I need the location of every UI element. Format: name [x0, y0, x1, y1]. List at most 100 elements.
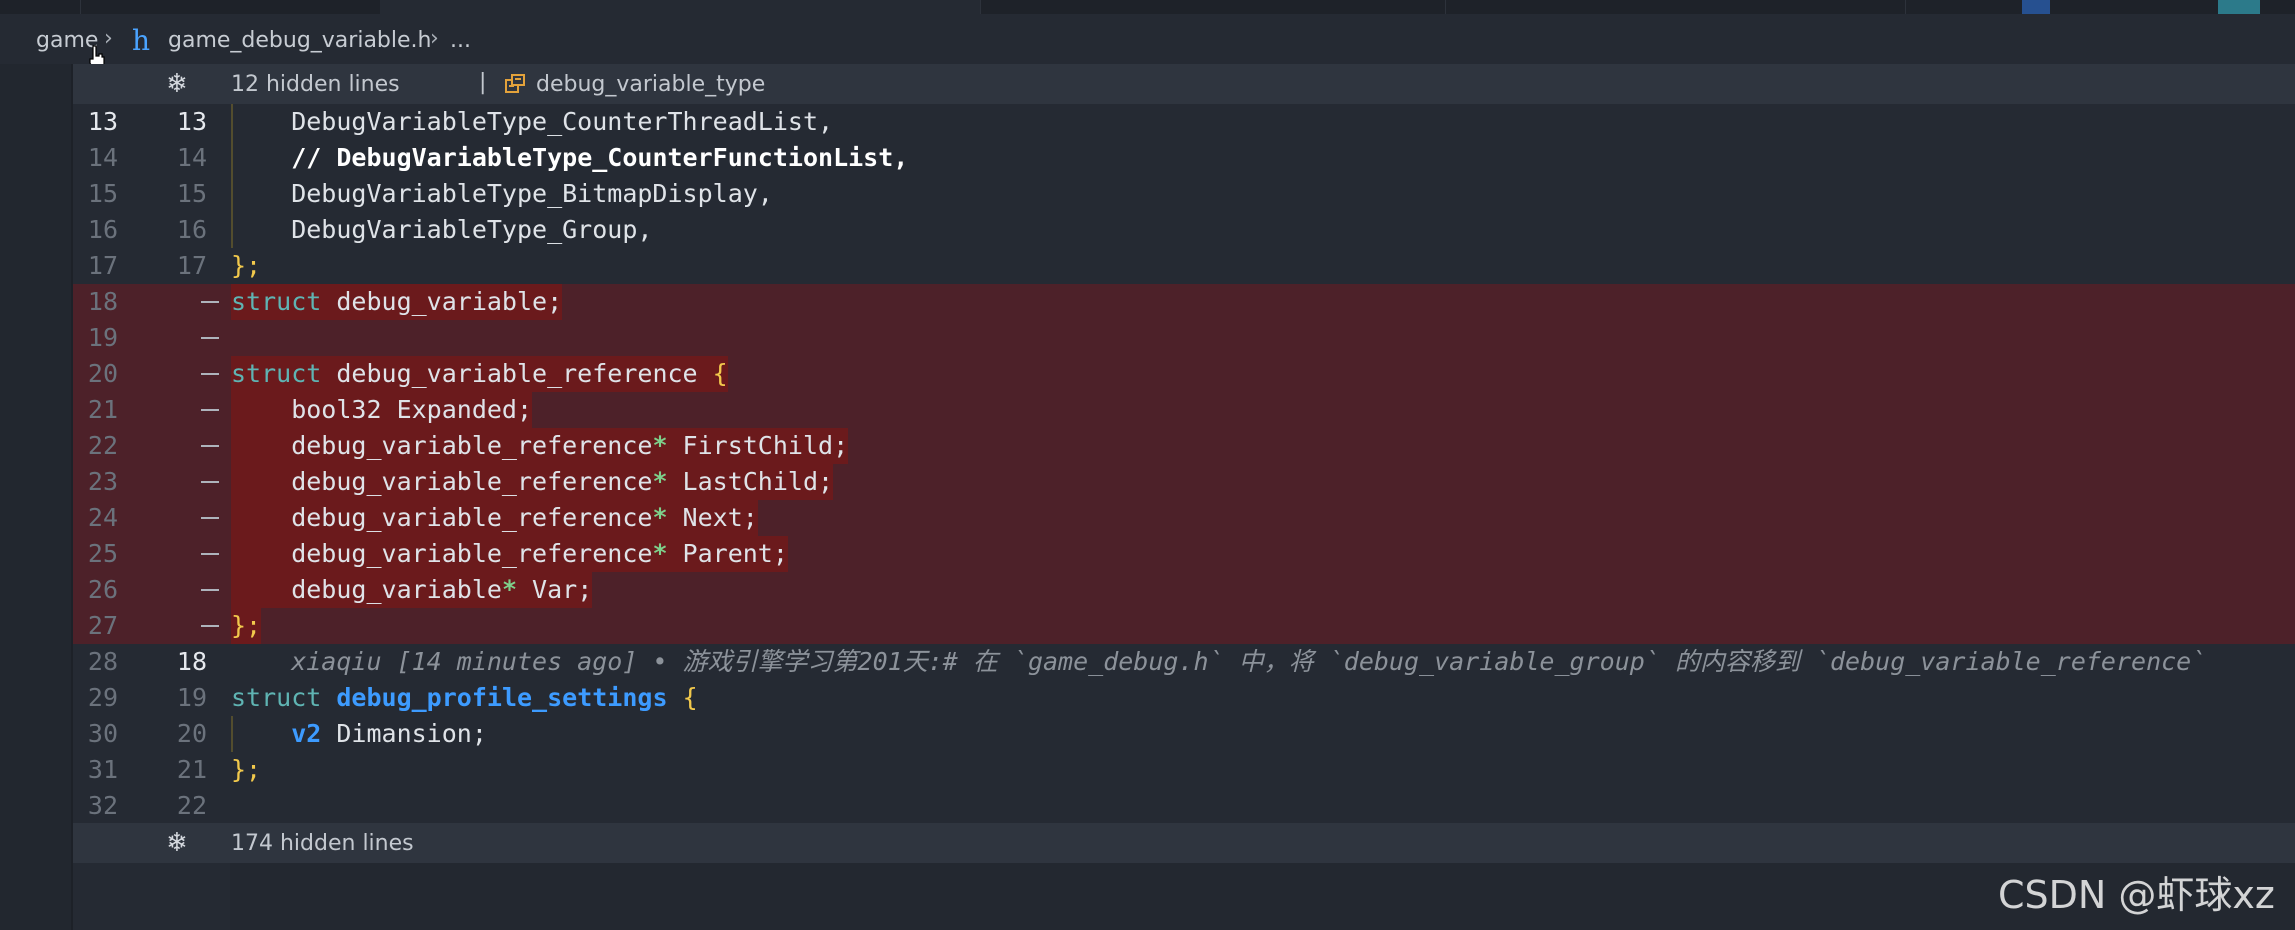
editor-tab-strip [0, 0, 2295, 14]
code-text: bool32 Expanded; [231, 392, 533, 428]
separator: | [479, 70, 487, 95]
code-line[interactable]: 17 17 }; [73, 248, 2295, 284]
editor-tab[interactable] [1445, 0, 1906, 14]
line-number-modified: 17 [176, 251, 207, 280]
line-number-original: 26 [87, 575, 118, 604]
deleted-marker [201, 589, 219, 591]
editor-gutter-empty [73, 860, 230, 930]
code-text: }; [231, 251, 262, 280]
deleted-line[interactable]: 25 debug_variable_reference* Parent; [73, 536, 2295, 572]
breadcrumb-file[interactable]: game_debug_variable.h [168, 28, 431, 53]
editor-tab[interactable] [80, 0, 381, 14]
deleted-line[interactable]: 26 debug_variable* Var; [73, 572, 2295, 608]
line-number-original: 15 [87, 179, 118, 208]
line-number-modified: 14 [176, 143, 207, 172]
code-text: debug_variable* Var; [231, 572, 593, 608]
line-number-original: 13 [87, 107, 118, 136]
breadcrumb-more[interactable]: ... [450, 28, 471, 53]
deleted-line[interactable]: 21 bool32 Expanded; [73, 392, 2295, 428]
code-line[interactable]: 14 14 // DebugVariableType_CounterFuncti… [73, 140, 2295, 176]
hidden-lines-bar-bottom[interactable]: ❄ 174 hidden lines [73, 823, 2295, 863]
line-number-original: 23 [87, 467, 118, 496]
code-text: struct debug_variable_reference { [231, 356, 728, 392]
line-number-modified: 13 [176, 107, 207, 136]
line-number-original: 20 [87, 359, 118, 388]
deleted-line[interactable]: 18 struct debug_variable; [73, 284, 2295, 320]
code-text-part: LastChild; [667, 467, 834, 496]
hidden-lines-label[interactable]: 174 hidden lines [231, 831, 414, 856]
editor-tab[interactable] [0, 0, 81, 14]
line-number-modified: 16 [176, 215, 207, 244]
deleted-marker [201, 481, 219, 483]
deleted-line[interactable]: 27 }; [73, 608, 2295, 644]
code-line[interactable]: 29 19 struct debug_profile_settings { [73, 680, 2295, 716]
hidden-lines-label[interactable]: 12 hidden lines [231, 72, 400, 97]
breadcrumb: game › h game_debug_variable.h › ... [0, 14, 2295, 64]
line-number-original: 31 [87, 755, 118, 784]
line-number-original: 27 [87, 611, 118, 640]
code-line[interactable]: 15 15 DebugVariableType_BitmapDisplay, [73, 176, 2295, 212]
line-number-modified: 20 [176, 719, 207, 748]
code-struct-name: debug_profile_settings [336, 683, 668, 712]
toolbar-action-icon[interactable] [2022, 0, 2050, 14]
code-brace: { [682, 683, 698, 712]
deleted-line[interactable]: 22 debug_variable_reference* FirstChild; [73, 428, 2295, 464]
code-text: debug_variable_reference* LastChild; [231, 464, 834, 500]
code-type: debug_variable_reference [231, 503, 653, 532]
line-number-original: 28 [87, 647, 118, 676]
code-text: debug_variable_reference* Parent; [231, 536, 788, 572]
code-line[interactable]: 16 16 DebugVariableType_Group, [73, 212, 2295, 248]
code-keyword: struct [231, 683, 322, 712]
deleted-marker [201, 409, 219, 411]
code-text: DebugVariableType_CounterThreadList, [231, 107, 834, 136]
code-text: // DebugVariableType_CounterFunctionList… [231, 140, 908, 176]
code-type: debug_variable [231, 575, 502, 604]
unfold-icon[interactable]: ❄ [163, 829, 191, 857]
deleted-marker [201, 337, 219, 339]
deleted-line[interactable]: 19 [73, 320, 2295, 356]
line-number-original: 32 [87, 791, 118, 820]
line-number-original: 22 [87, 431, 118, 460]
code-line-blame[interactable]: 28 18 xiaqiu [14 minutes ago] • 游戏引擎学习第2… [73, 644, 2295, 680]
unfold-icon[interactable]: ❄ [163, 70, 191, 98]
deleted-line[interactable]: 20 struct debug_variable_reference { [73, 356, 2295, 392]
line-number-original: 21 [87, 395, 118, 424]
line-number-original: 14 [87, 143, 118, 172]
code-type: v2 [291, 719, 322, 748]
code-pointer: * [501, 575, 517, 604]
code-text: }; [231, 608, 262, 644]
line-number-original: 30 [87, 719, 118, 748]
code-text-part: debug_variable; [321, 287, 563, 316]
code-text: }; [231, 755, 262, 784]
breadcrumb-symbol[interactable]: debug_variable_type [536, 72, 765, 97]
code-type: debug_variable_reference [231, 467, 653, 496]
editor-empty-area [230, 860, 2295, 930]
deleted-marker [201, 445, 219, 447]
code-line[interactable]: 13 13 DebugVariableType_CounterThreadLis… [73, 104, 2295, 140]
line-number-original: 24 [87, 503, 118, 532]
code-text: struct debug_variable; [231, 284, 563, 320]
git-blame-annotation: xiaqiu [14 minutes ago] • 游戏引擎学习第201天:# … [231, 647, 2207, 676]
code-type: debug_variable_reference [231, 539, 653, 568]
line-number-modified: 15 [176, 179, 207, 208]
chevron-right-icon: › [430, 26, 439, 51]
code-line[interactable]: 30 20 v2 Dimansion; [73, 716, 2295, 752]
toolbar-action-button[interactable] [2218, 0, 2260, 14]
code-keyword: struct [231, 287, 322, 316]
code-line[interactable]: 31 21 }; [73, 752, 2295, 788]
deleted-line[interactable]: 23 debug_variable_reference* LastChild; [73, 464, 2295, 500]
activity-gutter [0, 64, 72, 930]
code-text-part: Dimansion; [321, 719, 487, 748]
code-type: debug_variable_reference [231, 431, 653, 460]
deleted-marker [201, 625, 219, 627]
deleted-line[interactable]: 24 debug_variable_reference* Next; [73, 500, 2295, 536]
code-line[interactable]: 32 22 [73, 788, 2295, 824]
watermark: CSDN @虾球xz [1998, 873, 2275, 917]
line-number-modified: 22 [176, 791, 207, 820]
editor-tab[interactable] [980, 0, 1446, 14]
line-number-modified: 19 [176, 683, 207, 712]
code-text-part: Next; [667, 503, 758, 532]
editor-tab-active[interactable] [380, 0, 981, 14]
code-text-part: Var; [517, 575, 593, 604]
hidden-lines-bar-top[interactable]: ❄ 12 hidden lines | debug_variable_type [73, 64, 2295, 104]
